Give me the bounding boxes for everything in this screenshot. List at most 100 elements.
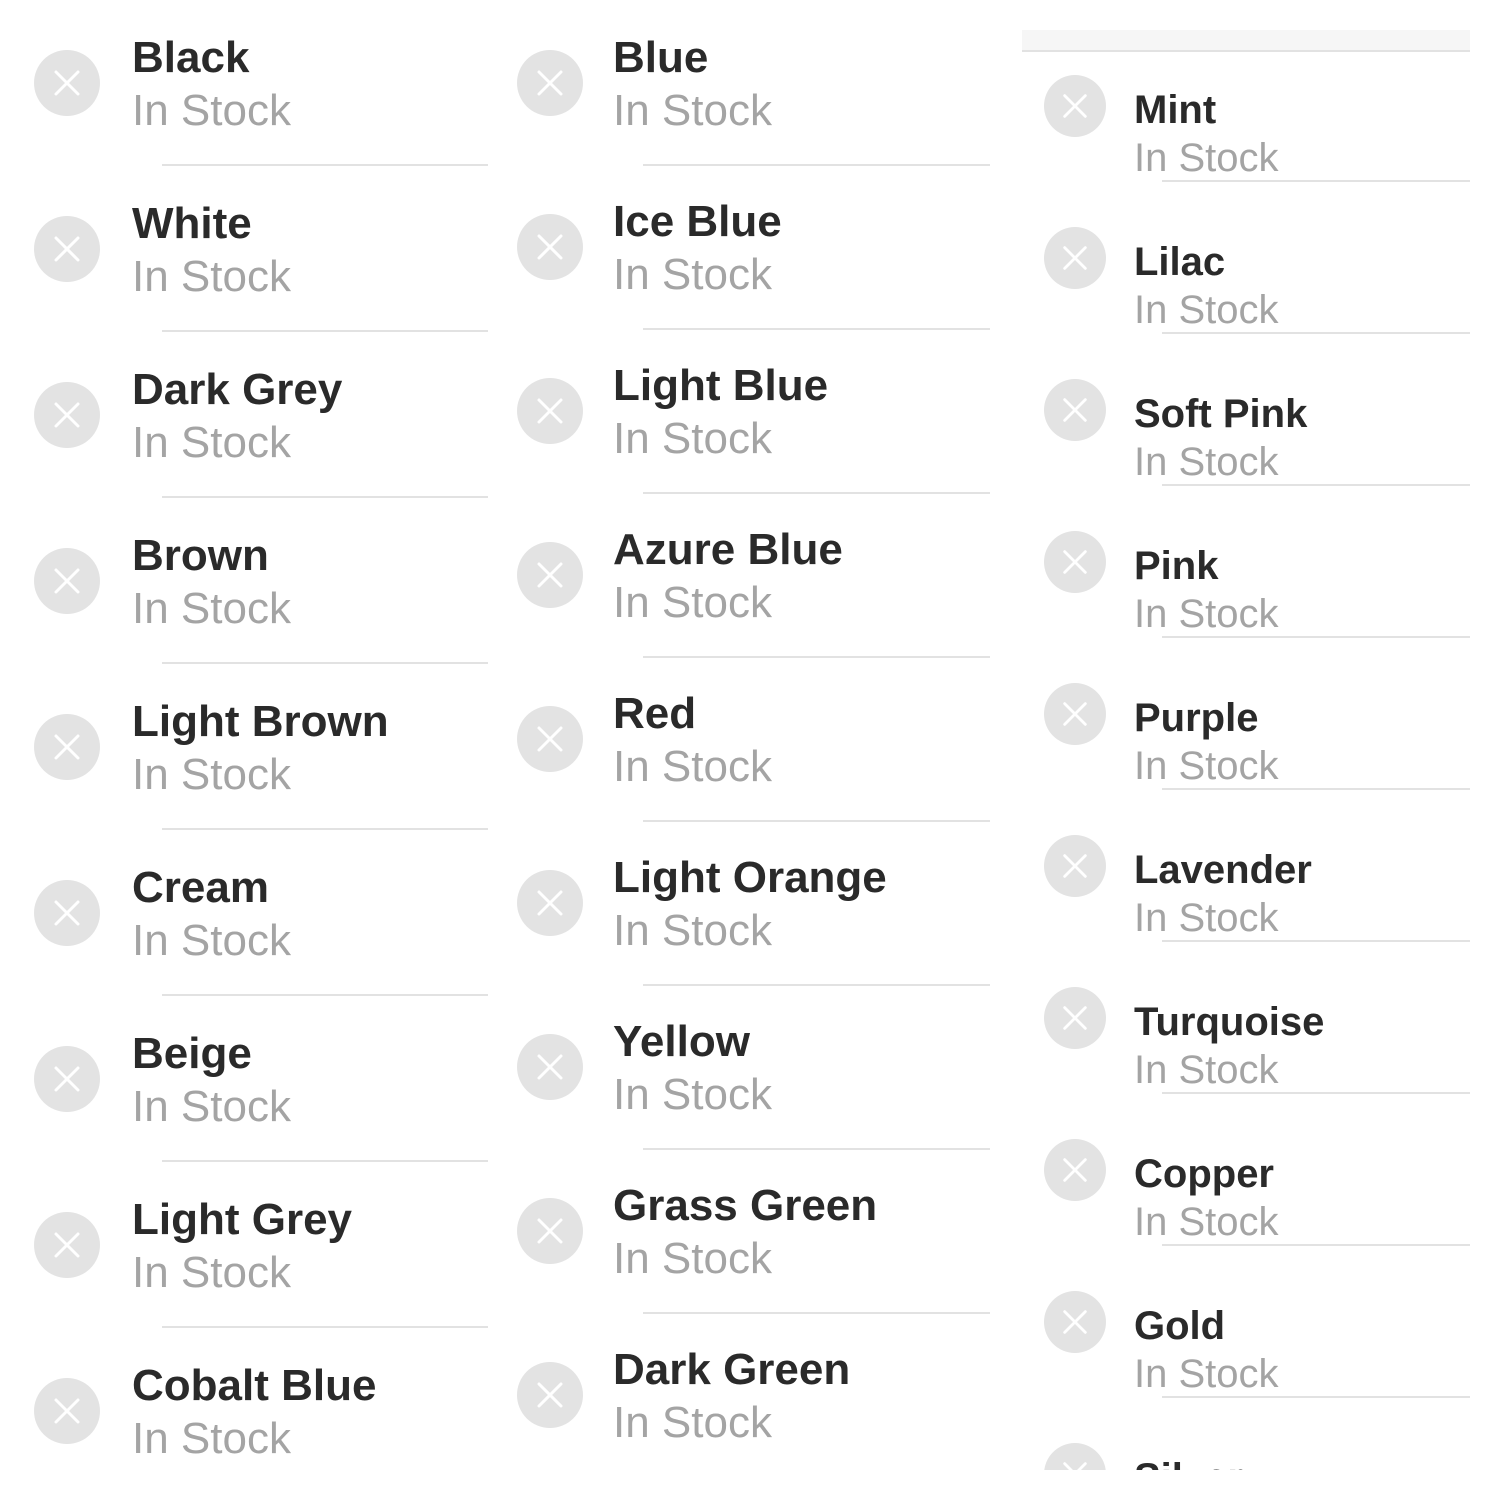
item-name: Soft Pink xyxy=(1134,392,1308,436)
list-item[interactable]: Dark Green In Stock xyxy=(495,1312,995,1478)
item-status: In Stock xyxy=(613,1234,772,1283)
item-name: Red xyxy=(613,689,697,738)
item-name: Brown xyxy=(132,531,269,580)
item-name: Blue xyxy=(613,33,709,82)
clear-button[interactable] xyxy=(34,548,100,614)
list-item[interactable]: Lavender In Stock xyxy=(1000,790,1480,942)
close-icon xyxy=(1063,1006,1087,1030)
clear-button[interactable] xyxy=(1044,531,1106,593)
item-status: In Stock xyxy=(132,1082,291,1131)
list-item[interactable]: Beige In Stock xyxy=(0,996,490,1162)
list-item[interactable]: Light Orange In Stock xyxy=(495,820,995,986)
list-item[interactable]: Dark Grey In Stock xyxy=(0,332,490,498)
clear-button[interactable] xyxy=(517,1034,583,1100)
list-item[interactable]: Ice Blue In Stock xyxy=(495,164,995,330)
list-item[interactable]: Black In Stock xyxy=(0,0,490,166)
clear-button[interactable] xyxy=(1044,1443,1106,1470)
clear-button[interactable] xyxy=(517,706,583,772)
item-name: Azure Blue xyxy=(613,525,843,574)
clear-button[interactable] xyxy=(34,1378,100,1444)
item-status: In Stock xyxy=(1134,896,1279,940)
list-item[interactable]: Grass Green In Stock xyxy=(495,1148,995,1314)
item-status: In Stock xyxy=(132,252,291,301)
close-icon xyxy=(537,70,563,96)
clear-button[interactable] xyxy=(34,50,100,116)
clear-button[interactable] xyxy=(34,216,100,282)
list-item[interactable]: White In Stock xyxy=(0,166,490,332)
list-item[interactable]: Turquoise In Stock xyxy=(1000,942,1480,1094)
item-name: Cobalt Blue xyxy=(132,1361,377,1410)
item-name: Light Blue xyxy=(613,361,829,410)
close-icon xyxy=(537,1382,563,1408)
item-status: In Stock xyxy=(132,418,291,467)
item-name: White xyxy=(132,199,252,248)
clear-button[interactable] xyxy=(517,50,583,116)
item-status: In Stock xyxy=(613,250,772,299)
close-icon xyxy=(1063,702,1087,726)
list-item[interactable]: Copper In Stock xyxy=(1000,1094,1480,1246)
item-status: In Stock xyxy=(613,1398,772,1447)
clear-button[interactable] xyxy=(517,1362,583,1428)
list-item[interactable]: Cobalt Blue In Stock xyxy=(0,1328,490,1494)
clear-button[interactable] xyxy=(1044,835,1106,897)
clear-button[interactable] xyxy=(517,214,583,280)
close-icon xyxy=(54,900,80,926)
list-item[interactable]: Mint In Stock xyxy=(1000,30,1480,182)
list-item[interactable]: Purple In Stock xyxy=(1000,638,1480,790)
list-item[interactable]: Pink In Stock xyxy=(1000,486,1480,638)
list-item[interactable]: Gold In Stock xyxy=(1000,1246,1480,1398)
list-item[interactable]: Light Blue In Stock xyxy=(495,328,995,494)
close-icon xyxy=(54,734,80,760)
clear-button[interactable] xyxy=(517,378,583,444)
clear-button[interactable] xyxy=(517,870,583,936)
list-item[interactable]: Azure Blue In Stock xyxy=(495,492,995,658)
close-icon xyxy=(1063,854,1087,878)
item-name: Black xyxy=(132,33,250,82)
clear-button[interactable] xyxy=(517,1198,583,1264)
list-item[interactable]: Light Brown In Stock xyxy=(0,664,490,830)
close-icon xyxy=(537,726,563,752)
item-status: In Stock xyxy=(613,414,772,463)
item-status: In Stock xyxy=(132,584,291,633)
clear-button[interactable] xyxy=(34,714,100,780)
close-icon xyxy=(54,568,80,594)
list-item[interactable]: Blue In Stock xyxy=(495,0,995,166)
clear-button[interactable] xyxy=(34,880,100,946)
list-item[interactable]: Light Grey In Stock xyxy=(0,1162,490,1328)
item-name: Gold xyxy=(1134,1304,1226,1348)
list-item[interactable]: Cream In Stock xyxy=(0,830,490,996)
list-item[interactable]: Brown In Stock xyxy=(0,498,490,664)
clear-button[interactable] xyxy=(1044,75,1106,137)
clear-button[interactable] xyxy=(1044,1139,1106,1201)
item-status: In Stock xyxy=(1134,1352,1279,1396)
clear-button[interactable] xyxy=(1044,683,1106,745)
close-icon xyxy=(1063,246,1087,270)
list-item[interactable]: Red In Stock xyxy=(495,656,995,822)
clear-button[interactable] xyxy=(1044,987,1106,1049)
item-name: Purple xyxy=(1134,696,1259,740)
clear-button[interactable] xyxy=(1044,1291,1106,1353)
list-item[interactable]: Lilac In Stock xyxy=(1000,182,1480,334)
list-item[interactable]: Yellow In Stock xyxy=(495,984,995,1150)
clear-button[interactable] xyxy=(34,1046,100,1112)
clear-button[interactable] xyxy=(1044,379,1106,441)
list-item[interactable]: Soft Pink In Stock xyxy=(1000,334,1480,486)
item-status: In Stock xyxy=(613,578,772,627)
list-item[interactable]: Silver xyxy=(1000,1398,1480,1470)
clear-button[interactable] xyxy=(517,542,583,608)
clear-button[interactable] xyxy=(34,1212,100,1278)
close-icon xyxy=(1063,1158,1087,1182)
close-icon xyxy=(54,1232,80,1258)
item-status: In Stock xyxy=(1134,744,1279,788)
item-status: In Stock xyxy=(132,916,291,965)
item-status: In Stock xyxy=(132,86,291,135)
close-icon xyxy=(1063,1462,1087,1470)
close-icon xyxy=(537,398,563,424)
item-status: In Stock xyxy=(132,1248,291,1297)
close-icon xyxy=(1063,1310,1087,1334)
clear-button[interactable] xyxy=(1044,227,1106,289)
close-icon xyxy=(537,1218,563,1244)
color-list-column-2: Blue In Stock Ice Blue In Stock Light Bl… xyxy=(495,0,995,1500)
clear-button[interactable] xyxy=(34,382,100,448)
close-icon xyxy=(537,234,563,260)
